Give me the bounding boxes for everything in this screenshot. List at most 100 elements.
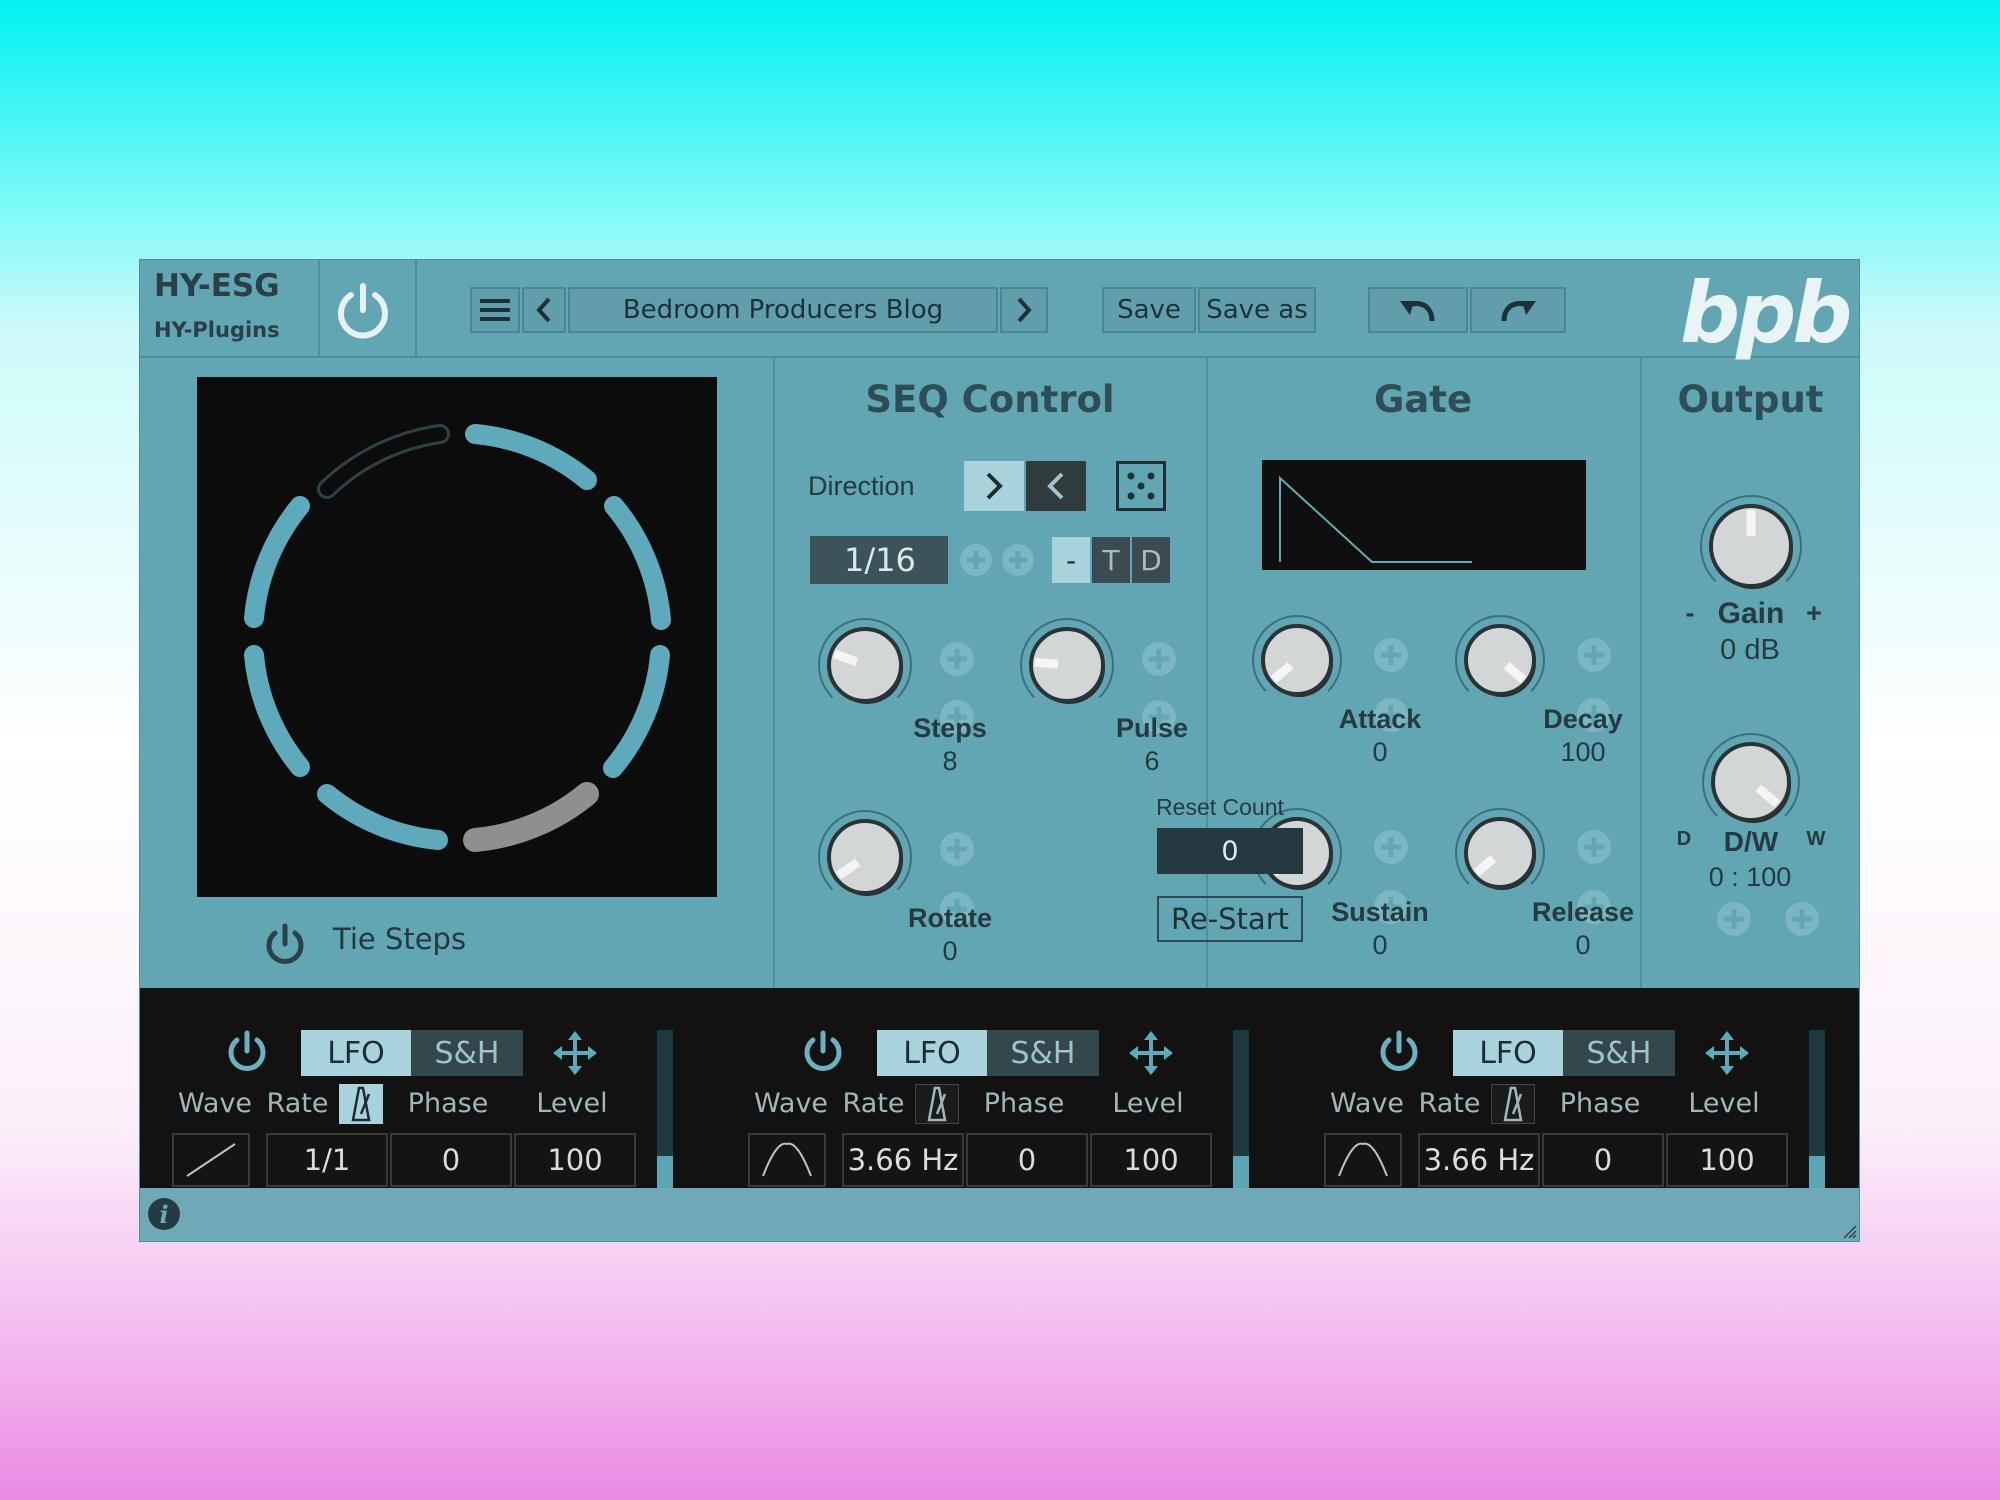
column-divider [1206,356,1208,988]
direction-reverse-button[interactable] [1026,461,1086,511]
rate-value-field[interactable]: 1/1 [266,1133,388,1187]
undo-button[interactable] [1368,287,1468,333]
attack-knob[interactable] [1248,611,1346,709]
wave-shape-selector[interactable] [172,1133,250,1187]
lfo-power-icon[interactable] [1376,1029,1422,1075]
level-value-field[interactable]: 100 [1666,1133,1788,1187]
rate-value-field[interactable]: 3.66 Hz [842,1133,964,1187]
phase-value-field[interactable]: 0 [390,1133,512,1187]
redo-button[interactable] [1470,287,1566,333]
dry-wet-knob[interactable] [1698,729,1804,835]
lfo-power-icon[interactable] [224,1029,270,1075]
rotate-knob[interactable] [814,806,916,908]
pulse-knob[interactable] [1016,614,1118,716]
rate-label: Rate [266,1088,329,1119]
steps-knob[interactable] [814,614,916,716]
rotate-mod-add-icon[interactable] [938,830,976,868]
sequencer-step[interactable] [604,496,671,630]
step-ring[interactable] [197,377,717,897]
sequencer-step[interactable] [244,645,310,777]
gain-knob[interactable] [1696,491,1806,601]
tie-steps-label: Tie Steps [333,922,467,956]
drag-move-icon[interactable] [1129,1031,1173,1075]
prev-preset-button[interactable] [522,287,566,333]
save-as-button[interactable]: Save as [1198,287,1316,333]
sequencer-step[interactable] [465,424,597,490]
tempo-sync-metronome-icon[interactable] [915,1084,959,1124]
lfo-mode-tab[interactable]: LFO [877,1030,987,1076]
steps-mod-add-icon[interactable] [938,640,976,678]
wave-shape-selector[interactable] [1324,1133,1402,1187]
level-value-field[interactable]: 100 [514,1133,636,1187]
sample-hold-mode-tab[interactable]: S&H [1563,1030,1675,1076]
chevron-right-icon [1017,297,1032,323]
release-label: Release [1531,897,1635,927]
decay-knob[interactable] [1451,611,1549,709]
phase-value-field[interactable]: 0 [1542,1133,1664,1187]
dw-mod-add-icon[interactable] [1715,900,1753,938]
phase-label: Phase [407,1088,489,1119]
level-label: Level [1112,1088,1184,1119]
sequencer-step[interactable] [317,784,448,850]
wave-shape-selector[interactable] [748,1133,826,1187]
restart-button[interactable]: Re-Start [1157,896,1303,942]
level-label: Level [536,1088,608,1119]
arch-wave-icon [1338,1142,1388,1177]
pulse-mod-add-icon[interactable] [1140,640,1178,678]
step-sequencer-display[interactable] [197,377,717,897]
tempo-sync-metronome-icon[interactable] [1491,1084,1535,1124]
mode-dotted-button[interactable]: D [1132,537,1170,583]
mod-add-icon[interactable] [958,542,994,578]
menu-button[interactable] [470,287,520,333]
gain-label: Gain [1717,597,1785,630]
lfo-strip: LFO S&H Wave Rate Phase Level 1/1 0 100 LFO S&H Wav… [140,988,1859,1190]
power-icon[interactable] [333,280,393,340]
save-button[interactable]: Save [1102,287,1196,333]
lfo-power-icon[interactable] [800,1029,846,1075]
attack-value: 0 [1372,737,1388,767]
rate-label: Rate [1418,1088,1481,1119]
header-divider [415,260,417,356]
sequencer-step-active[interactable] [463,782,599,852]
decay-mod-add-icon[interactable] [1575,636,1613,674]
resize-grip-icon[interactable] [1841,1223,1857,1239]
release-knob[interactable] [1451,804,1549,902]
rotate-label: Rotate [907,903,992,933]
level-value-field[interactable]: 100 [1090,1133,1212,1187]
sample-hold-mode-tab[interactable]: S&H [411,1030,523,1076]
release-value: 0 [1575,930,1591,960]
reset-count-field[interactable]: 0 [1157,828,1303,874]
direction-random-button[interactable] [1116,461,1166,511]
redo-icon [1501,301,1536,322]
gain-minus-label: - [1685,598,1695,628]
info-icon[interactable]: i [146,1196,182,1232]
drag-move-icon[interactable] [553,1031,597,1075]
mod-add-icon[interactable] [1000,542,1036,578]
tie-steps-toggle[interactable] [262,922,308,968]
preset-name-field[interactable]: Bedroom Producers Blog [568,287,998,333]
steps-value: 8 [942,746,958,776]
attack-mod-add-icon[interactable] [1372,636,1410,674]
sequencer-step[interactable] [244,496,310,628]
sustain-mod-add-icon[interactable] [1372,828,1410,866]
direction-forward-button[interactable] [964,461,1024,511]
sequencer-step[interactable] [603,645,670,778]
gain-plus-label: + [1806,598,1822,628]
rate-label: Rate [842,1088,905,1119]
rate-division-field[interactable]: 1/16 [810,536,948,584]
next-preset-button[interactable] [1000,287,1048,333]
mode-normal-button[interactable]: - [1052,537,1090,583]
tempo-sync-metronome-icon[interactable] [339,1084,383,1124]
rate-value-field[interactable]: 3.66 Hz [1418,1133,1540,1187]
column-divider [773,356,775,988]
release-mod-add-icon[interactable] [1575,828,1613,866]
phase-value-field[interactable]: 0 [966,1133,1088,1187]
lfo-mode-tab[interactable]: LFO [301,1030,411,1076]
dw-mod-add-icon[interactable] [1783,900,1821,938]
sample-hold-mode-tab[interactable]: S&H [987,1030,1099,1076]
chevron-left-icon [536,297,551,323]
lfo-mode-tab[interactable]: LFO [1453,1030,1563,1076]
gain-value: 0 dB [1720,634,1780,666]
mode-triplet-button[interactable]: T [1092,537,1130,583]
drag-move-icon[interactable] [1705,1031,1749,1075]
